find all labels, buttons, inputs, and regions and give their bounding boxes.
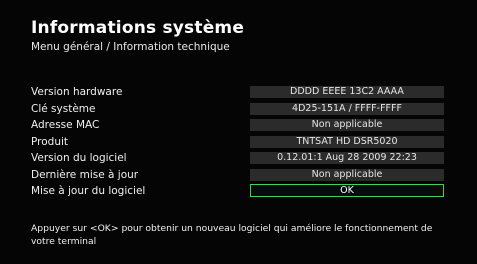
product-label: Produit	[31, 135, 69, 148]
page-title: Informations système	[31, 18, 245, 38]
last-update-value: Non applicable	[250, 168, 444, 181]
software-version-label: Version du logiciel	[31, 152, 127, 164]
row-last-update: Dernière mise à jour Non applicable	[31, 168, 449, 185]
hardware-version-value: DDDD EEEE 13C2 AAAA	[250, 86, 444, 98]
system-key-label: Clé système	[31, 102, 96, 115]
software-update-ok-button[interactable]: OK	[250, 184, 444, 197]
software-update-label: Mise à jour du logiciel	[31, 185, 146, 197]
row-product: Produit TNTSAT HD DSR5020	[31, 135, 449, 152]
row-hardware-version: Version hardware DDDD EEEE 13C2 AAAA	[31, 85, 449, 102]
row-system-key: Clé système 4D25-151A / FFFF-FFFF	[31, 102, 449, 119]
mac-address-value: Non applicable	[250, 119, 444, 131]
row-mac-address: Adresse MAC Non applicable	[31, 118, 449, 135]
info-list: Version hardware DDDD EEEE 13C2 AAAA Clé…	[31, 85, 449, 201]
hardware-version-label: Version hardware	[31, 86, 123, 98]
system-info-screen: Informations système Menu général / Info…	[0, 0, 477, 264]
row-software-version: Version du logiciel 0.12.01:1 Aug 28 200…	[31, 151, 449, 168]
row-software-update: Mise à jour du logiciel OK	[31, 184, 449, 201]
help-text: Appuyer sur <OK> pour obtenir un nouveau…	[31, 223, 433, 247]
breadcrumb: Menu général / Information technique	[31, 41, 230, 53]
mac-address-label: Adresse MAC	[31, 119, 100, 131]
system-key-value: 4D25-151A / FFFF-FFFF	[250, 102, 444, 115]
software-version-value: 0.12.01:1 Aug 28 2009 22:23	[250, 152, 444, 164]
product-value: TNTSAT HD DSR5020	[250, 135, 444, 148]
last-update-label: Dernière mise à jour	[31, 168, 139, 181]
